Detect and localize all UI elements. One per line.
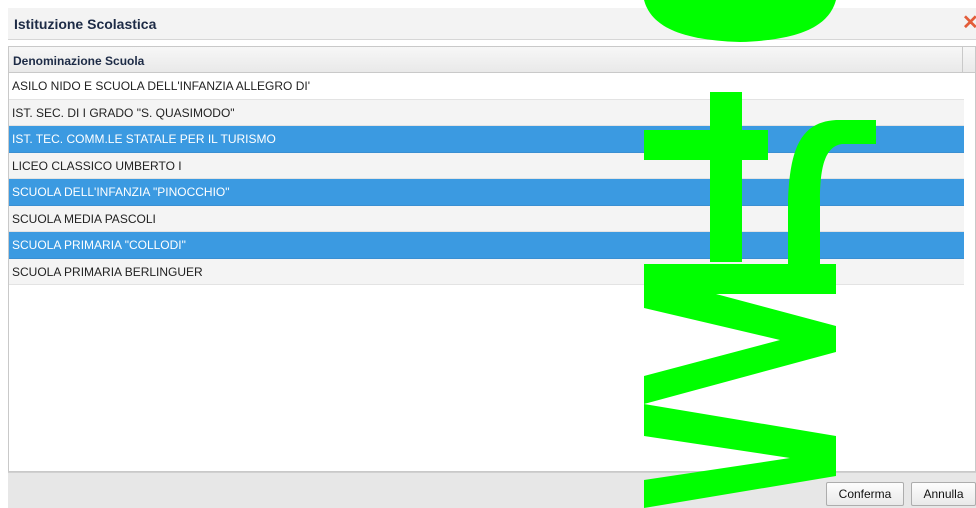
table-row[interactable]: SCUOLA PRIMARIA "COLLODI" xyxy=(9,232,964,259)
school-dialog: Istituzione Scolastica ✕ Denominazione S… xyxy=(0,0,976,508)
column-header-denominazione[interactable]: Denominazione Scuola xyxy=(13,54,144,68)
cancel-button[interactable]: Annulla xyxy=(911,482,976,506)
close-icon[interactable]: ✕ xyxy=(962,13,976,33)
grid-header: Denominazione Scuola xyxy=(9,47,975,73)
grid-rows: ASILO NIDO E SCUOLA DELL'INFANZIA ALLEGR… xyxy=(9,73,964,285)
table-row[interactable]: IST. SEC. DI I GRADO "S. QUASIMODO" xyxy=(9,99,964,126)
table-row[interactable]: SCUOLA MEDIA PASCOLI xyxy=(9,205,964,232)
table-row[interactable]: SCUOLA PRIMARIA BERLINGUER xyxy=(9,258,964,285)
table-row[interactable]: IST. TEC. COMM.LE STATALE PER IL TURISMO xyxy=(9,126,964,153)
table-row[interactable]: LICEO CLASSICO UMBERTO I xyxy=(9,152,964,179)
schools-grid: Denominazione Scuola ASILO NIDO E SCUOLA… xyxy=(8,46,976,472)
dialog-titlebar: Istituzione Scolastica ✕ xyxy=(8,8,976,40)
dialog-title: Istituzione Scolastica xyxy=(14,16,157,32)
table-row[interactable]: SCUOLA DELL'INFANZIA "PINOCCHIO" xyxy=(9,179,964,206)
table-row[interactable]: ASILO NIDO E SCUOLA DELL'INFANZIA ALLEGR… xyxy=(9,73,964,100)
column-divider xyxy=(962,47,963,73)
dialog-footer: Conferma Annulla xyxy=(8,472,976,508)
confirm-button[interactable]: Conferma xyxy=(826,482,904,506)
